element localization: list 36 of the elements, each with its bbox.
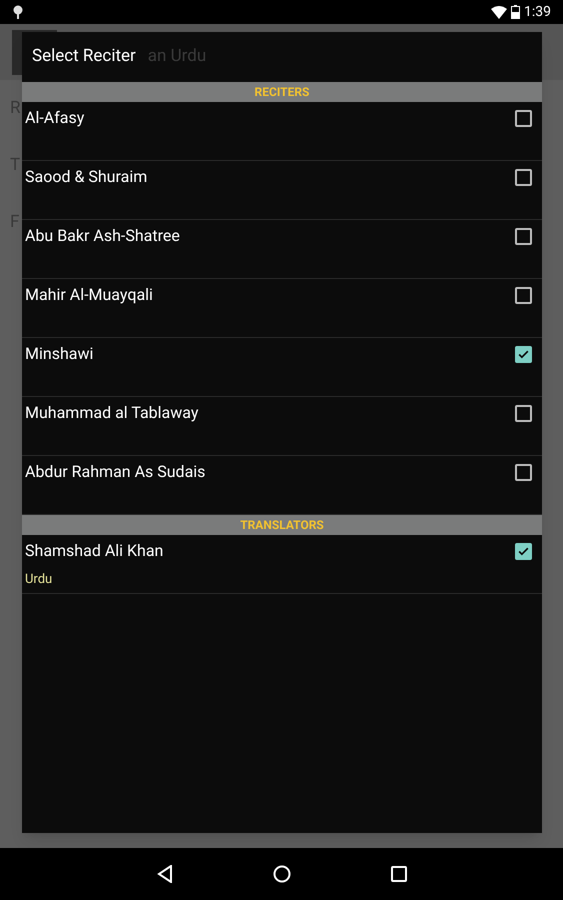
item-name: Muhammad al Tablaway	[25, 402, 200, 424]
list-item[interactable]: Saood & Shuraim	[22, 161, 542, 220]
item-name: Saood & Shuraim	[25, 166, 148, 188]
checkbox[interactable]	[515, 287, 532, 304]
checkbox[interactable]	[515, 169, 532, 186]
item-name: Abdur Rahman As Sudais	[25, 461, 206, 483]
wifi-icon	[491, 6, 507, 18]
checkbox[interactable]	[515, 405, 532, 422]
list-item[interactable]: Mahir Al-Muayqali	[22, 279, 542, 338]
checkbox[interactable]	[515, 543, 532, 560]
dialog-title: Select Reciter	[32, 45, 136, 68]
item-name: Al-Afasy	[25, 107, 86, 129]
checkmark-icon	[517, 545, 530, 558]
recents-icon[interactable]	[390, 866, 406, 882]
item-name: Abu Bakr Ash-Shatree	[25, 225, 181, 247]
section-header: RECITERS	[22, 82, 542, 102]
checkbox[interactable]	[515, 464, 532, 481]
item-name: Mahir Al-Muayqali	[25, 284, 154, 306]
section-header: TRANSLATORS	[22, 515, 542, 535]
list-item[interactable]: Shamshad Ali Khan Urdu	[22, 535, 542, 594]
item-name: Shamshad Ali Khan	[25, 540, 164, 562]
list-item[interactable]: Al-Afasy	[22, 102, 542, 161]
checkbox[interactable]	[515, 346, 532, 363]
notification-icon	[12, 5, 24, 19]
list-item[interactable]: Minshawi	[22, 338, 542, 397]
list-item[interactable]: Abu Bakr Ash-Shatree	[22, 220, 542, 279]
item-subtitle: Urdu	[25, 571, 54, 589]
battery-icon	[511, 5, 520, 19]
home-icon[interactable]	[272, 865, 290, 883]
checkmark-icon	[517, 348, 530, 361]
status-time: 1:39	[524, 2, 551, 22]
item-name: Minshawi	[25, 343, 94, 365]
list-item[interactable]: Muhammad al Tablaway	[22, 397, 542, 456]
checkbox[interactable]	[515, 110, 532, 127]
checkbox[interactable]	[515, 228, 532, 245]
back-icon[interactable]	[156, 865, 172, 883]
